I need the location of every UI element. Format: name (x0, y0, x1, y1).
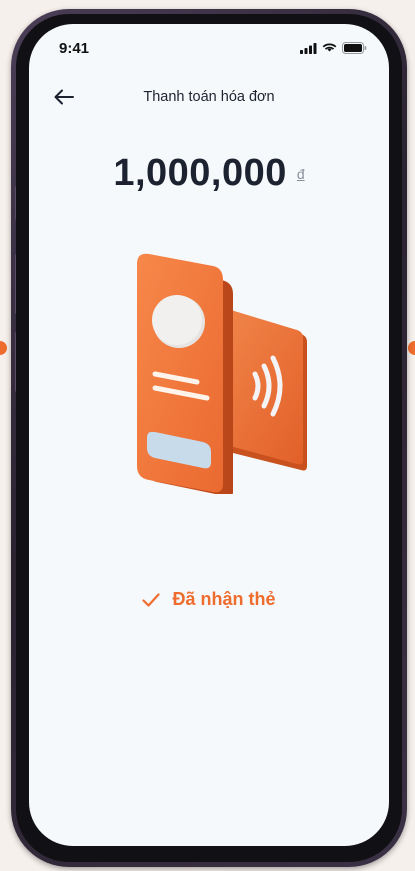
signal-icon (300, 42, 317, 54)
wifi-icon (322, 43, 337, 51)
card-status-row: Đã nhận thẻ (29, 589, 389, 610)
payment-terminal (137, 253, 233, 494)
decorative-dot-left (0, 341, 7, 355)
status-time: 9:41 (59, 40, 90, 57)
card-reader-illustration (137, 253, 307, 494)
page-title: Thanh toán hóa đơn (143, 89, 275, 105)
currency-symbol: đ (296, 166, 305, 182)
status-icons (300, 42, 367, 54)
card-received-label: Đã nhận thẻ (172, 589, 276, 609)
payment-amount: 1,000,000 (113, 152, 287, 194)
battery-icon (342, 42, 367, 54)
checkmark-icon (142, 592, 161, 607)
app-screen: 9:41 Thanh toán hóa đơn 1,000,000 đ Đã n… (29, 24, 389, 846)
status-bar: 9:41 (29, 24, 389, 68)
payment-amount-row: 1,000,000 đ (29, 152, 389, 195)
decorative-dot-right (408, 341, 415, 355)
nav-bar: Thanh toán hóa đơn (29, 82, 389, 112)
